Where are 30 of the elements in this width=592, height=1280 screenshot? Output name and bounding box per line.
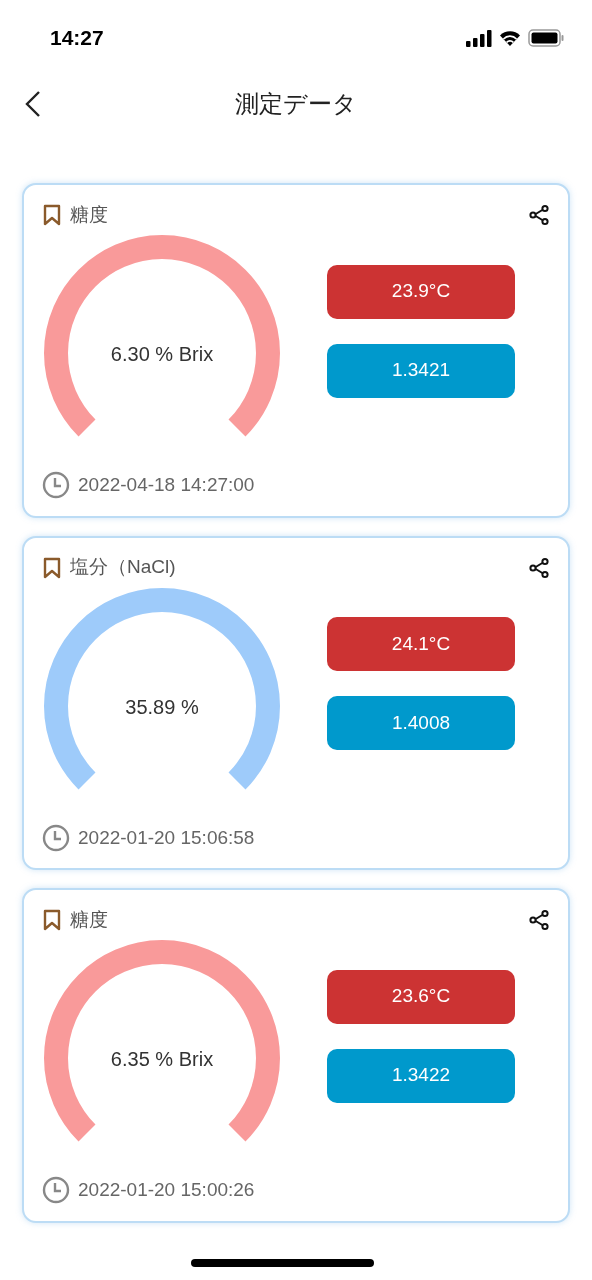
bookmark-icon	[42, 204, 62, 226]
back-icon[interactable]	[24, 90, 42, 118]
clock-icon	[42, 823, 70, 852]
gauge-reading: 6.30 % Brix	[110, 342, 214, 367]
clock-icon	[42, 471, 70, 500]
refractive-index-badge: 1.3422	[327, 1048, 515, 1103]
gauge-reading: 6.35 % Brix	[110, 1047, 214, 1072]
measurement-label: 糖度	[70, 907, 108, 932]
gauge-reading: 35.89 %	[125, 694, 199, 720]
timestamp: 2022-01-20 15:06:58	[78, 825, 255, 850]
status-time: 14:27	[50, 24, 104, 51]
clock-icon	[42, 1176, 70, 1205]
share-icon[interactable]	[528, 556, 550, 579]
signal-icon	[466, 28, 492, 47]
wifi-icon	[498, 28, 522, 47]
temperature-badge: 23.6°C	[327, 969, 515, 1024]
timestamp: 2022-04-18 14:27:00	[78, 473, 255, 497]
share-icon[interactable]	[528, 204, 550, 226]
bookmark-icon	[42, 909, 62, 931]
refractive-index-badge: 1.3421	[327, 343, 515, 398]
share-icon[interactable]	[528, 909, 550, 931]
temperature-badge: 23.9°C	[327, 264, 515, 319]
refractive-index-badge: 1.4008	[327, 696, 515, 750]
battery-icon	[528, 28, 564, 47]
measurement-label: 塩分（NaCl)	[70, 555, 176, 580]
temperature-badge: 24.1°C	[327, 617, 515, 671]
measurement-label: 糖度	[70, 202, 108, 227]
page-title: 測定データ	[235, 89, 357, 119]
timestamp: 2022-01-20 15:00:26	[78, 1178, 255, 1202]
bookmark-icon	[42, 556, 62, 579]
